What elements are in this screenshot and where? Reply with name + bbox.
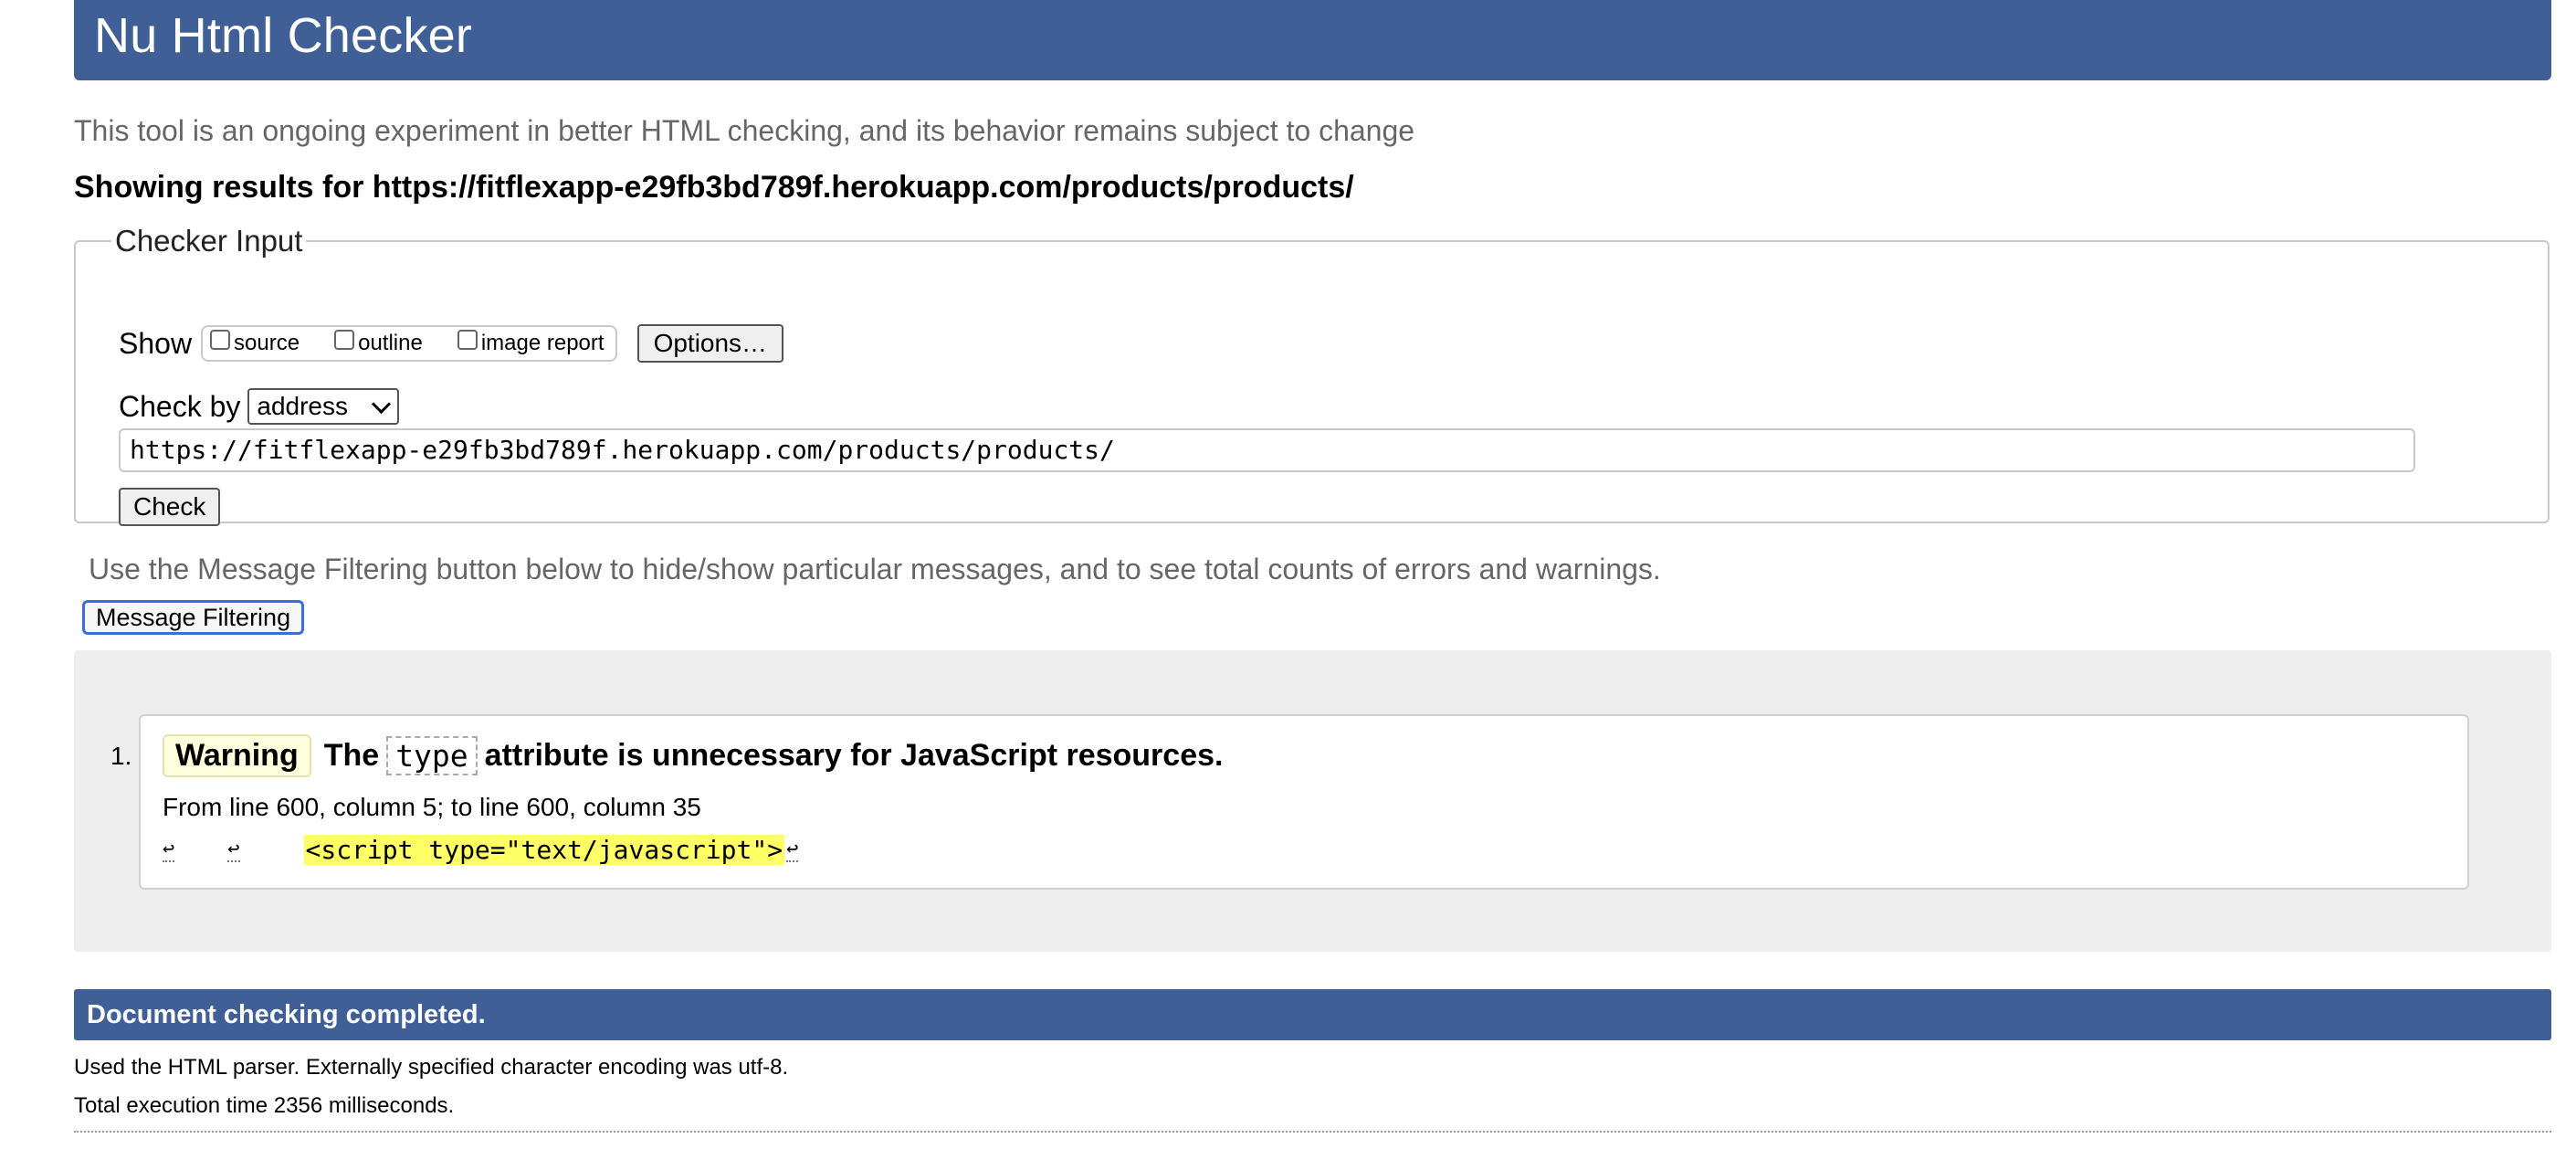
source-checkbox-label[interactable]: source [234, 331, 300, 356]
message-text-before: The [323, 738, 380, 773]
chevron-down-icon [372, 394, 392, 415]
source-checkbox[interactable] [210, 330, 231, 350]
message-item: Warning The type attribute is unnecessar… [139, 714, 2469, 890]
message-code-token: type [386, 736, 478, 775]
parser-info: Used the HTML parser. Externally specifi… [74, 1055, 789, 1080]
options-button[interactable]: Options… [636, 324, 784, 363]
message-text-after: attribute is unnecessary for JavaScript … [484, 738, 1224, 773]
results-list: 1. Warning The type attribute is unneces… [74, 650, 2551, 952]
message-number: 1. [110, 742, 132, 770]
show-label: Show [119, 326, 193, 360]
extract-highlight: <script type="text/javascript"> [303, 835, 785, 865]
app-header: Nu Html Checker [74, 0, 2551, 80]
line-feed-icon: ↩ [786, 837, 799, 862]
page-title: Nu Html Checker [94, 8, 473, 63]
image-report-checkbox[interactable] [457, 330, 478, 350]
message-extract: ↩ ↩ <script type="text/javascript"> ↩ [163, 835, 799, 865]
outline-checkbox[interactable] [334, 330, 355, 350]
document-checking-completed-banner: Document checking completed. [74, 989, 2551, 1040]
execution-time-info: Total execution time 2356 milliseconds. [74, 1093, 455, 1118]
message-filtering-button[interactable]: Message Filtering [82, 600, 305, 635]
check-by-value: address [257, 392, 349, 420]
show-options-group: source outline image report [201, 325, 617, 362]
message-heading: Warning The type attribute is unnecessar… [163, 734, 1223, 777]
url-input[interactable]: https://fitflexapp-e29fb3bd789f.herokuap… [119, 428, 2415, 472]
line-feed-icon: ↩ [227, 837, 240, 862]
warning-badge: Warning [163, 734, 311, 777]
check-by-row: Check by address [119, 388, 400, 425]
check-by-label: Check by [119, 389, 241, 423]
checker-input-panel: Checker Input Show source outline image … [74, 224, 2550, 526]
line-feed-icon: ↩ [163, 837, 175, 862]
outline-checkbox-label[interactable]: outline [358, 331, 423, 356]
divider [74, 1131, 2551, 1133]
message-location[interactable]: From line 600, column 5; to line 600, co… [163, 793, 701, 822]
show-options-row: Show source outline image report Options… [119, 324, 784, 363]
image-report-checkbox-label[interactable]: image report [481, 331, 605, 356]
intro-text: This tool is an ongoing experiment in be… [74, 114, 1415, 147]
checker-input-legend: Checker Input [115, 224, 303, 258]
check-by-select[interactable]: address [247, 388, 400, 425]
message-filtering-note: Use the Message Filtering button below t… [89, 553, 1661, 585]
showing-results-heading: Showing results for https://fitflexapp-e… [74, 170, 1354, 205]
check-button[interactable]: Check [119, 488, 221, 526]
